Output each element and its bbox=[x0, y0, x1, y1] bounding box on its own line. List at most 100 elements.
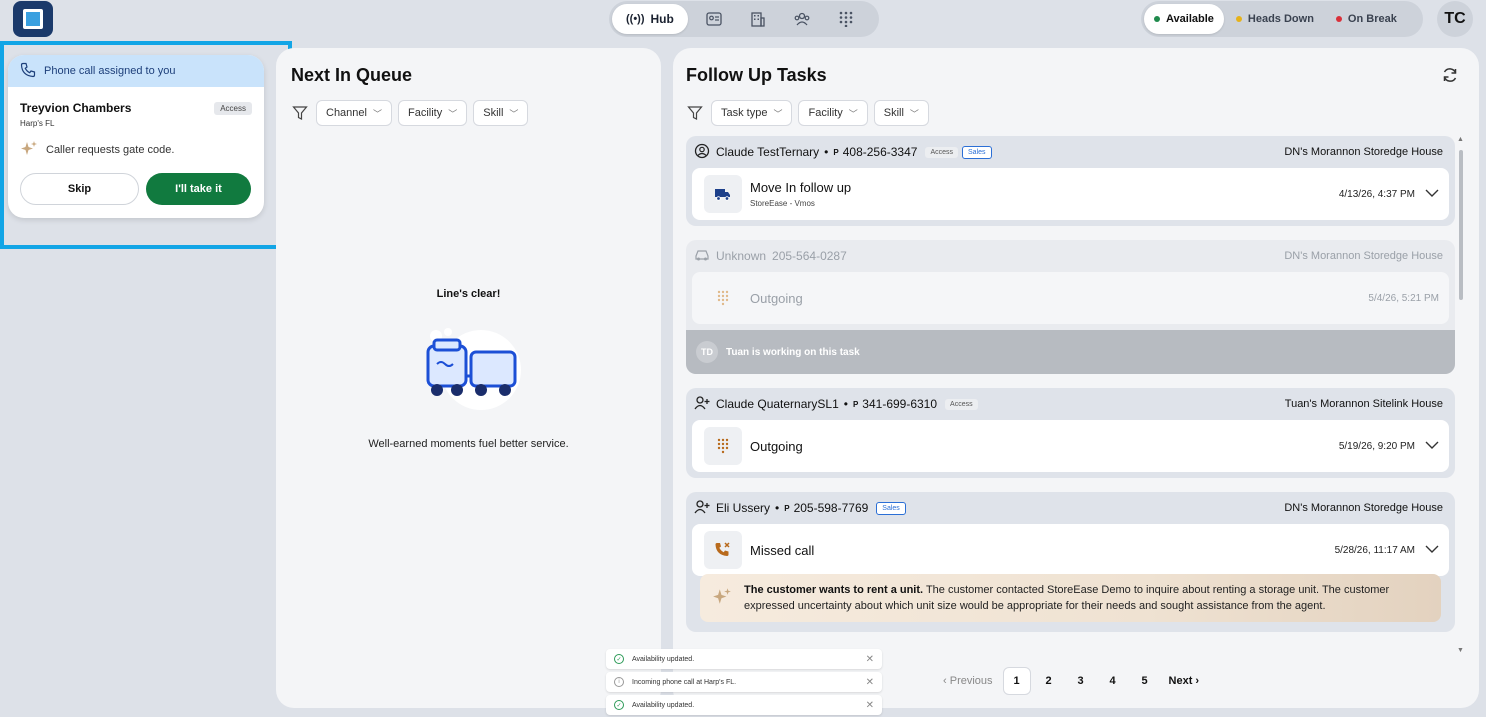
page-4[interactable]: 4 bbox=[1099, 667, 1127, 695]
caller-note-text: Caller requests gate code. bbox=[46, 143, 175, 156]
queue-filter-channel[interactable]: Channel ﹀ bbox=[316, 100, 392, 126]
call-card-header: Phone call assigned to you bbox=[8, 55, 264, 87]
toast-text: Incoming phone call at Harp's FL. bbox=[632, 678, 737, 686]
task-body[interactable]: Missed call 5/28/26, 11:17 AM bbox=[692, 524, 1449, 576]
queue-title: Next In Queue bbox=[291, 65, 413, 85]
team-icon[interactable] bbox=[784, 4, 820, 34]
close-icon[interactable]: ✕ bbox=[866, 654, 874, 665]
pagination: ‹ Previous 1 2 3 4 5 Next › bbox=[937, 667, 1205, 695]
close-icon[interactable]: ✕ bbox=[866, 700, 874, 711]
task-time: 5/28/26, 11:17 AM bbox=[1334, 544, 1415, 556]
task-type: Outgoing bbox=[750, 438, 803, 454]
queue-filter-skill[interactable]: Skill ﹀ bbox=[473, 100, 529, 126]
task-phone: 205-564-0287 bbox=[772, 249, 847, 263]
next-page-button[interactable]: Next › bbox=[1163, 675, 1206, 687]
prev-page-button[interactable]: ‹ Previous bbox=[937, 675, 999, 687]
prev-page-label: Previous bbox=[949, 675, 993, 687]
scroll-thumb[interactable] bbox=[1459, 150, 1463, 300]
task-body[interactable]: Outgoing 5/19/26, 9:20 PM bbox=[692, 420, 1449, 472]
missed-call-icon bbox=[704, 531, 742, 569]
queue-panel: Next In Queue Channel ﹀ Facility ﹀ Skill ﹀ … bbox=[276, 48, 661, 708]
dialpad-icon bbox=[704, 427, 742, 465]
nav-hub-label: Hub bbox=[650, 12, 674, 26]
task-time: 5/4/26, 5:21 PM bbox=[1368, 292, 1439, 304]
scroll-down-icon[interactable]: ▼ bbox=[1457, 647, 1464, 654]
separator-dot: • bbox=[824, 145, 829, 159]
take-call-button[interactable]: I'll take it bbox=[146, 173, 251, 205]
refresh-icon[interactable] bbox=[1441, 66, 1459, 89]
availability-switcher: Available Heads Down On Break bbox=[1141, 1, 1423, 37]
app-logo[interactable] bbox=[13, 1, 53, 37]
chevron-down-icon: ﹀ bbox=[448, 108, 458, 119]
task-list: Claude TestTernary • P 408-256-3347 Acce… bbox=[686, 136, 1455, 646]
chevron-down-icon[interactable] bbox=[1425, 441, 1439, 452]
task-facility: Tuan's Morannon Sitelink House bbox=[1284, 398, 1443, 410]
caller-tag: Access bbox=[214, 101, 252, 115]
page-5[interactable]: 5 bbox=[1131, 667, 1159, 695]
user-avatar[interactable]: TC bbox=[1437, 1, 1473, 37]
task-card[interactable]: Claude TestTernary • P 408-256-3347 Acce… bbox=[686, 136, 1455, 226]
queue-filter-facility-label: Facility bbox=[408, 107, 443, 119]
task-facility: DN's Morannon Storedge House bbox=[1284, 502, 1443, 514]
page-1[interactable]: 1 bbox=[1002, 667, 1031, 695]
task-type: Outgoing bbox=[750, 290, 803, 306]
task-card[interactable]: Eli Ussery • P 205-598-7769 Sales DN's M… bbox=[686, 492, 1455, 632]
status-available-label: Available bbox=[1166, 13, 1214, 25]
toast-stack: ✓ Availability updated. ✕ i Incoming pho… bbox=[606, 649, 882, 717]
task-filter-skill[interactable]: Skill ﹀ bbox=[873, 100, 929, 126]
task-scrollbar[interactable]: ▲ ▼ bbox=[1456, 136, 1466, 654]
skip-button[interactable]: Skip bbox=[20, 173, 139, 205]
page-2[interactable]: 2 bbox=[1035, 667, 1063, 695]
dialpad-icon[interactable] bbox=[828, 4, 864, 34]
task-type: Move In follow up bbox=[750, 180, 852, 195]
task-body[interactable]: Outgoing 5/4/26, 5:21 PM bbox=[692, 272, 1449, 324]
building-icon[interactable] bbox=[740, 4, 776, 34]
filter-icon[interactable] bbox=[290, 103, 310, 123]
task-body[interactable]: Move In follow up StoreEase - Vmos 4/13/… bbox=[692, 168, 1449, 220]
summary-headline: The customer wants to rent a unit. bbox=[744, 584, 924, 596]
task-card[interactable]: Claude QuaternarySL1 • P 341-699-6310 Ac… bbox=[686, 388, 1455, 478]
nav-hub-tab[interactable]: ((•)) Hub bbox=[612, 4, 688, 34]
task-type: Missed call bbox=[750, 542, 815, 558]
empty-queue-subtitle: Well-earned moments fuel better service. bbox=[368, 438, 569, 450]
task-source: StoreEase - Vmos bbox=[750, 199, 815, 208]
task-filter-type[interactable]: Task type ﹀ bbox=[711, 100, 793, 126]
working-text: Tuan is working on this task bbox=[726, 346, 860, 358]
queue-filters: Channel ﹀ Facility ﹀ Skill ﹀ bbox=[290, 100, 529, 126]
task-facility: DN's Morannon Storedge House bbox=[1284, 250, 1443, 262]
close-icon[interactable]: ✕ bbox=[866, 677, 874, 688]
chevron-down-icon: ﹀ bbox=[372, 108, 382, 119]
next-page-label: Next bbox=[1168, 675, 1193, 687]
status-dot-green bbox=[1154, 16, 1160, 22]
queue-filter-facility[interactable]: Facility ﹀ bbox=[398, 100, 468, 126]
status-heads-down[interactable]: Heads Down bbox=[1226, 4, 1324, 34]
task-lock-bar: TD Tuan is working on this task bbox=[686, 330, 1455, 374]
task-contact-name: Eli Ussery bbox=[716, 501, 771, 515]
task-filters: Task type ﹀ Facility ﹀ Skill ﹀ bbox=[685, 100, 929, 126]
task-header: Unknown 205-564-0287 DN's Morannon Store… bbox=[686, 240, 1455, 272]
chevron-down-icon[interactable] bbox=[1425, 189, 1439, 200]
task-filter-facility[interactable]: Facility ﹀ bbox=[798, 100, 868, 126]
task-header: Eli Ussery • P 205-598-7769 Sales DN's M… bbox=[686, 492, 1455, 524]
task-time: 4/13/26, 4:37 PM bbox=[1338, 188, 1415, 200]
filter-icon[interactable] bbox=[685, 103, 705, 123]
sparkle-icon bbox=[20, 140, 38, 159]
task-contact-name: Unknown bbox=[716, 249, 767, 263]
caller-note: Caller requests gate code. bbox=[20, 140, 252, 159]
contact-card-icon[interactable] bbox=[696, 4, 732, 34]
task-header: Claude TestTernary • P 408-256-3347 Acce… bbox=[686, 136, 1455, 168]
status-on-break[interactable]: On Break bbox=[1326, 4, 1407, 34]
scroll-up-icon[interactable]: ▲ bbox=[1457, 136, 1464, 143]
task-contact-name: Claude QuaternarySL1 bbox=[716, 397, 839, 411]
add-person-icon bbox=[694, 395, 710, 414]
task-card[interactable]: Unknown 205-564-0287 DN's Morannon Store… bbox=[686, 240, 1455, 374]
page-3[interactable]: 3 bbox=[1067, 667, 1095, 695]
call-card-title: Phone call assigned to you bbox=[44, 65, 176, 77]
chevron-down-icon: ﹀ bbox=[848, 108, 858, 119]
status-available[interactable]: Available bbox=[1144, 4, 1224, 34]
task-facility: DN's Morannon Storedge House bbox=[1284, 146, 1443, 158]
caller-facility: Harp's FL bbox=[20, 119, 55, 128]
toast-text: Availability updated. bbox=[632, 701, 695, 709]
chevron-down-icon[interactable] bbox=[1425, 545, 1439, 556]
task-time: 5/19/26, 9:20 PM bbox=[1338, 440, 1415, 452]
